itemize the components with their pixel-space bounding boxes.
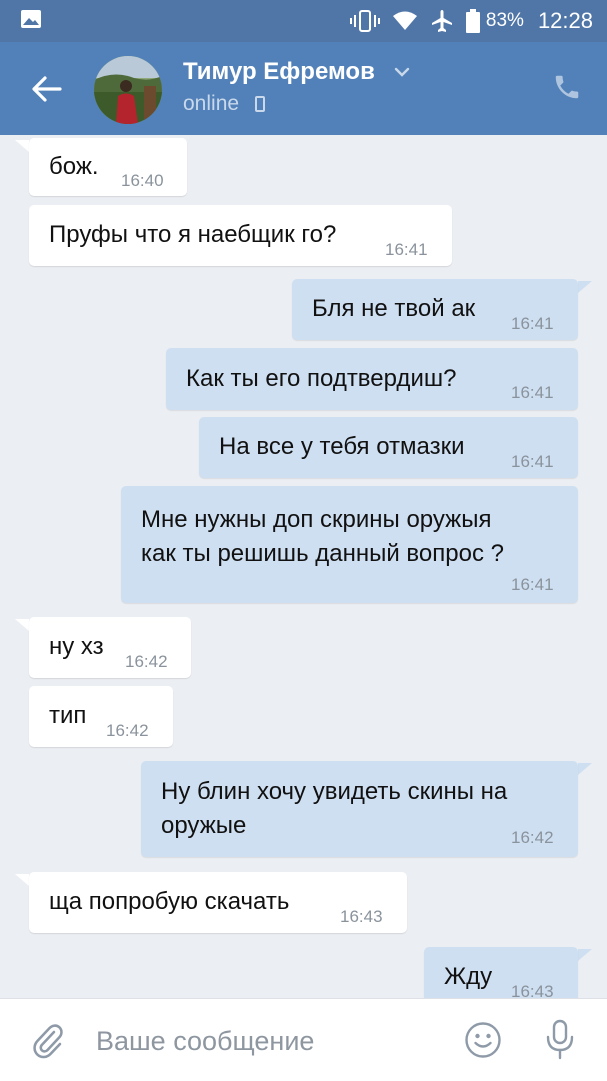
message-bubble-incoming[interactable]: ну хз 16:42 [29,617,191,678]
message-list[interactable]: бож. 16:40 Пруфы что я наебщик го? 16:41… [0,135,607,998]
avatar-photo [94,56,162,124]
message-text: Пруфы что я наебщик го? [49,221,337,248]
message-text: Жду [444,963,493,990]
phone-icon[interactable] [552,72,582,102]
message-text-line-1: Мне нужны доп скрины оружыя [141,506,492,533]
message-text-line-2: как ты решишь данный вопрос ? [141,540,504,567]
message-bubble-outgoing[interactable]: Как ты его подтвердиш? 16:41 [166,348,578,410]
bubble-tail [15,874,29,886]
status-bar: 83% 12:28 [0,0,607,42]
message-time: 16:40 [121,171,164,190]
microphone-icon[interactable] [545,1019,575,1061]
bubble-tail [578,281,592,293]
message-bubble-outgoing[interactable]: На все у тебя отмазки 16:41 [199,417,578,478]
message-bubble-outgoing[interactable]: Бля не твой ак 16:41 [292,279,578,340]
message-text: тип [49,702,87,729]
message-time: 16:42 [125,652,168,671]
message-bubble-outgoing[interactable]: Ну блин хочу увидеть скины на оружые 16:… [141,761,578,857]
bubble-tail [15,140,29,152]
message-time: 16:41 [511,383,554,402]
message-time: 16:41 [385,240,428,259]
wifi-icon [392,11,417,30]
message-text: На все у тебя отмазки [219,433,465,460]
bubble-tail [578,763,592,775]
message-bubble-incoming[interactable]: Пруфы что я наебщик го? 16:41 [29,205,452,266]
contact-name[interactable]: Тимур Ефремов [183,58,375,86]
message-bubble-outgoing[interactable]: Мне нужны доп скрины оружыя как ты решиш… [121,486,578,603]
message-text-line-1: Ну блин хочу увидеть скины на [161,778,508,805]
paperclip-icon[interactable] [30,1021,66,1061]
message-bubble-incoming[interactable]: бож. 16:40 [29,138,187,196]
battery-percentage: 83% [485,10,524,31]
message-bubble-incoming[interactable]: ща попробую скачать 16:43 [29,872,407,933]
message-time: 16:41 [511,314,554,333]
message-time: 16:41 [511,575,554,594]
message-time: 16:42 [511,828,554,847]
online-status: online [183,92,240,115]
message-input[interactable] [96,1023,436,1059]
message-time: 16:41 [511,452,554,471]
message-text: Как ты его подтвердиш? [186,365,457,392]
message-time: 16:43 [511,982,554,998]
message-bubble-outgoing[interactable]: Жду 16:43 [424,947,578,998]
emoji-icon[interactable] [464,1021,502,1059]
avatar[interactable] [94,56,162,124]
back-arrow-icon[interactable] [30,72,64,106]
chat-header: Тимур Ефремов online [0,42,607,135]
message-bubble-incoming[interactable]: тип 16:42 [29,686,173,747]
message-composer [0,998,607,1081]
bubble-tail [578,949,592,961]
status-time: 12:28 [537,8,593,33]
message-time: 16:43 [340,907,383,926]
vibrate-icon [349,10,380,32]
battery-icon [465,9,480,33]
message-text: ну хз [49,633,104,660]
chevron-down-icon[interactable] [394,67,410,77]
message-text: Бля не твой ак [312,295,476,322]
mobile-icon [255,96,265,112]
message-text: ща попробую скачать [49,888,290,915]
airplane-icon [431,10,452,32]
message-text: бож. [49,153,99,180]
gallery-icon [21,10,41,28]
message-time: 16:42 [106,721,149,740]
bubble-tail [15,619,29,631]
message-text-line-2: оружые [161,812,247,839]
